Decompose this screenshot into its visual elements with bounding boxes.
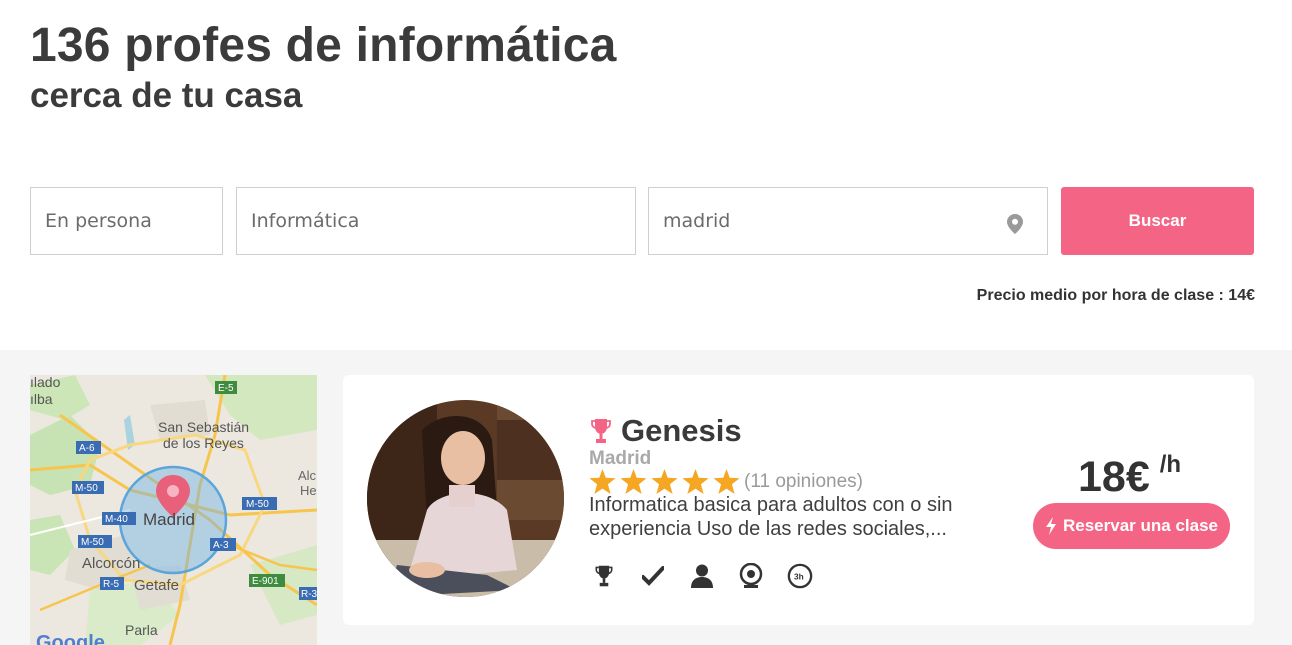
page-title: 136 profes de informática (30, 19, 617, 72)
star-icon (713, 469, 740, 494)
book-lesson-label: Reservar una clase (1063, 516, 1218, 535)
webcam-icon (738, 563, 764, 589)
teacher-avatar[interactable] (367, 400, 564, 597)
teacher-badges: 3h (591, 563, 813, 589)
teacher-description: Informatica basica para adultos con o si… (589, 494, 953, 540)
teacher-name-row: Genesis (591, 413, 742, 449)
teacher-city: Madrid (589, 448, 652, 469)
3h-label: 3h (794, 572, 804, 582)
lesson-mode-select[interactable]: En persona (30, 187, 223, 255)
book-lesson-button[interactable]: Reservar una clase (1033, 503, 1230, 549)
subject-value: Informática (251, 210, 360, 232)
star-icon (620, 469, 647, 494)
map-label: He (300, 483, 317, 498)
road-shield: E-901 (252, 576, 279, 587)
road-shield: M-50 (75, 483, 98, 494)
road-shield: M-40 (105, 514, 128, 525)
road-shield: R-5 (103, 579, 120, 590)
road-shield: M-50 (81, 537, 104, 548)
location-pin-icon[interactable] (1007, 214, 1023, 234)
map-label-madrid: Madrid (143, 510, 195, 529)
map-label-getafe: Getafe (134, 577, 179, 594)
price-unit: /h (1159, 451, 1182, 478)
lightning-icon (1046, 517, 1056, 535)
map-label-san-sebastian-2: de los Reyes (163, 435, 244, 451)
road-shield: A-3 (213, 540, 229, 551)
city-value: madrid (663, 210, 731, 232)
user-icon (689, 563, 715, 589)
teacher-name[interactable]: Genesis (621, 413, 742, 449)
star-rating (589, 469, 740, 494)
road-shield: A-6 (79, 443, 95, 454)
review-count[interactable]: (11 opiniones) (744, 471, 863, 493)
map-label-parla: Parla (125, 622, 158, 638)
check-icon (640, 563, 666, 589)
trophy-icon (591, 563, 617, 589)
map-attribution: Google (36, 632, 105, 645)
page-subtitle: cerca de tu casa (30, 76, 303, 115)
teacher-card[interactable]: Genesis Madrid (11 opiniones) Informatic… (343, 375, 1254, 625)
average-price: Precio medio por hora de clase : 14€ (976, 287, 1255, 304)
map-label: Alc (298, 468, 317, 483)
star-icon (651, 469, 678, 494)
trophy-icon (591, 419, 611, 443)
map-label: ılba (30, 391, 53, 407)
lesson-mode-value: En persona (45, 210, 152, 232)
star-icon (682, 469, 709, 494)
city-input[interactable]: madrid (648, 187, 1048, 255)
map-label-alcorcon: Alcorcón (82, 555, 140, 572)
map-label-san-sebastian: San Sebastián (158, 419, 249, 435)
subject-input[interactable]: Informática (236, 187, 636, 255)
teacher-rating: (11 opiniones) (589, 469, 863, 494)
search-button[interactable]: Buscar (1061, 187, 1254, 255)
road-shield: E-5 (218, 383, 234, 394)
road-shield: M-50 (246, 499, 269, 510)
teacher-price: 18€ /h (1078, 451, 1182, 502)
results-map[interactable]: ılado ılba San Sebastián de los Reyes Ma… (30, 375, 317, 645)
map-label: ılado (30, 375, 61, 390)
3h-icon: 3h (787, 563, 813, 589)
star-icon (589, 469, 616, 494)
road-shield: R-3 (301, 589, 317, 600)
price-amount: 18€ (1078, 453, 1150, 501)
